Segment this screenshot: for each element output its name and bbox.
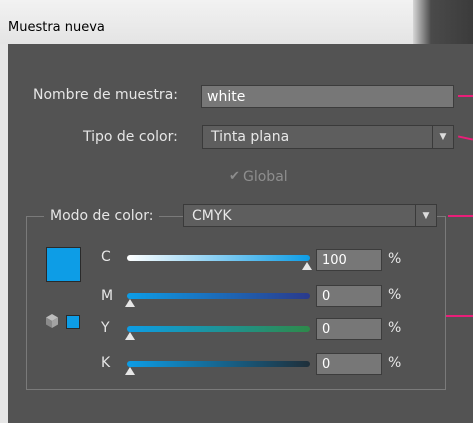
gamut-swatch[interactable]: [66, 315, 80, 329]
slider-handle-y[interactable]: [125, 332, 135, 340]
channel-value-k: 0: [322, 356, 331, 372]
channel-input-k[interactable]: 0: [316, 353, 382, 375]
slider-track-m[interactable]: [127, 293, 310, 299]
slider-track-k[interactable]: [127, 361, 310, 367]
color-preview-swatch: [46, 247, 81, 282]
color-type-dropdown[interactable]: Tinta plana ▼: [202, 125, 454, 149]
swatch-name-input[interactable]: white: [201, 85, 454, 108]
channel-input-c[interactable]: 100: [316, 249, 382, 271]
channel-unit-k: %: [388, 355, 402, 371]
slider-track-y[interactable]: [127, 326, 310, 332]
checkmark-icon: ✔: [229, 169, 240, 184]
channel-unit-m: %: [388, 287, 402, 303]
swatch-name-label: Nombre de muestra:: [33, 87, 178, 103]
slider-track-c[interactable]: [127, 255, 310, 261]
window-titlebar[interactable]: Muestra nueva: [0, 0, 473, 45]
titlebar-background: [413, 0, 473, 44]
chevron-down-icon: ▼: [415, 205, 436, 226]
global-label: Global: [243, 169, 288, 185]
callout-line-channels: [446, 315, 473, 317]
window-title: Muestra nueva: [8, 20, 105, 35]
color-type-label: Tipo de color:: [83, 129, 178, 145]
slider-handle-k[interactable]: [125, 367, 135, 375]
channel-label-c: C: [101, 249, 111, 265]
channel-label-y: Y: [101, 320, 110, 336]
channel-label-m: M: [101, 288, 114, 304]
channel-value-m: 0: [322, 288, 331, 304]
dialog-edge: [0, 44, 8, 423]
channel-input-m[interactable]: 0: [316, 285, 382, 307]
callout-line-name: [458, 95, 473, 97]
color-type-value: Tinta plana: [211, 129, 290, 145]
channel-input-y[interactable]: 0: [316, 318, 382, 340]
color-mode-value: CMYK: [192, 207, 232, 224]
channel-unit-y: %: [388, 320, 402, 336]
slider-handle-m[interactable]: [125, 299, 135, 307]
color-mode-dropdown[interactable]: CMYK ▼: [183, 204, 437, 227]
swatch-name-value: white: [207, 88, 246, 105]
color-mode-label: Modo de color:: [44, 208, 160, 224]
global-checkbox[interactable]: ✔: [229, 169, 241, 184]
slider-handle-c[interactable]: [302, 262, 312, 270]
channel-unit-c: %: [388, 251, 402, 267]
channel-label-k: K: [101, 355, 111, 371]
callout-line-mode: [448, 215, 473, 217]
channel-value-y: 0: [322, 321, 331, 337]
channel-value-c: 100: [322, 252, 347, 268]
cube-icon[interactable]: [44, 313, 60, 329]
chevron-down-icon: ▼: [432, 126, 453, 148]
